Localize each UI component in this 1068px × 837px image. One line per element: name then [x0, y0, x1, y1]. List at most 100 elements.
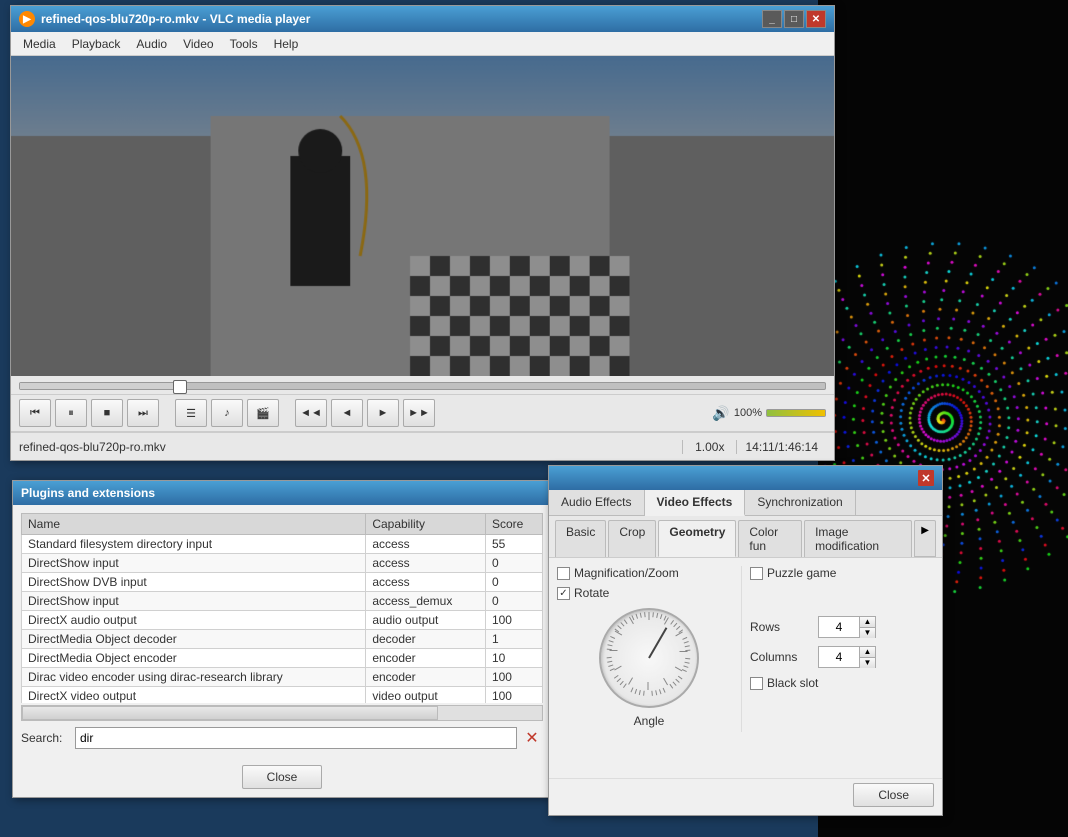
menu-audio[interactable]: Audio	[128, 35, 175, 53]
rows-decrement[interactable]: ▼	[859, 627, 875, 638]
rows-row: Rows ▲ ▼	[750, 616, 934, 638]
menu-playback[interactable]: Playback	[64, 35, 129, 53]
table-cell: access	[366, 573, 486, 592]
video-effects-button[interactable]: 🎬	[247, 399, 279, 427]
table-row[interactable]: DirectX audio outputaudio output100	[22, 611, 543, 630]
frame-fwd-button[interactable]: ►►	[403, 399, 435, 427]
effects-close-button[interactable]: Close	[853, 783, 934, 807]
rotate-row: Rotate	[557, 586, 741, 600]
black-slot-row: Black slot	[750, 676, 934, 690]
seek-bar-area[interactable]	[11, 376, 834, 395]
minimize-button[interactable]: _	[762, 10, 782, 28]
menu-help[interactable]: Help	[266, 35, 307, 53]
menu-bar: Media Playback Audio Video Tools Help	[11, 32, 834, 56]
tab-audio-effects[interactable]: Audio Effects	[549, 490, 645, 515]
rows-spinbox-buttons: ▲ ▼	[859, 616, 875, 638]
h-scroll-thumb[interactable]	[22, 706, 438, 720]
black-slot-label[interactable]: Black slot	[750, 676, 818, 690]
effects-main-tabs: Audio Effects Video Effects Synchronizat…	[549, 490, 942, 516]
subtab-crop[interactable]: Crop	[608, 520, 656, 557]
columns-decrement[interactable]: ▼	[859, 657, 875, 668]
status-bar: refined-qos-blu720p-ro.mkv 1.00x 14:11/1…	[11, 432, 834, 460]
search-input[interactable]	[75, 727, 517, 749]
effects-body: Magnification/Zoom Rotate Angle	[549, 558, 942, 778]
frame-back-button[interactable]: ◄◄	[295, 399, 327, 427]
stop-button[interactable]: ■	[91, 399, 123, 427]
menu-video[interactable]: Video	[175, 35, 221, 53]
next-button[interactable]: ⏭	[127, 399, 159, 427]
table-row[interactable]: DirectMedia Object encoderencoder10	[22, 649, 543, 668]
angle-dial[interactable]	[599, 608, 699, 708]
table-row[interactable]: DirectShow inputaccess_demux0	[22, 592, 543, 611]
tab-video-effects[interactable]: Video Effects	[645, 490, 746, 516]
step-back-button[interactable]: ◄	[331, 399, 363, 427]
col-name[interactable]: Name	[22, 514, 366, 535]
plugins-table-area[interactable]: Name Capability Score Standard filesyste…	[21, 513, 543, 703]
subtab-image-mod[interactable]: Image modification	[804, 520, 912, 557]
magnification-checkbox[interactable]	[557, 567, 570, 580]
plugins-footer: Close	[13, 761, 551, 797]
effects-left-col: Magnification/Zoom Rotate Angle	[557, 566, 741, 732]
black-slot-checkbox[interactable]	[750, 677, 763, 690]
rows-increment[interactable]: ▲	[859, 616, 875, 627]
close-window-button[interactable]: ✕	[806, 10, 826, 28]
subtabs-arrow-right[interactable]: ▶	[914, 520, 936, 557]
video-area[interactable]	[11, 56, 834, 376]
table-row[interactable]: DirectShow inputaccess0	[22, 554, 543, 573]
subtab-color-fun[interactable]: Color fun	[738, 520, 802, 557]
seek-bar-thumb[interactable]	[173, 380, 187, 394]
menu-tools[interactable]: Tools	[222, 35, 266, 53]
puzzle-label[interactable]: Puzzle game	[750, 566, 836, 580]
table-cell: encoder	[366, 649, 486, 668]
vlc-icon: ▶	[19, 11, 35, 27]
menu-media[interactable]: Media	[15, 35, 64, 53]
columns-input[interactable]	[819, 650, 859, 664]
columns-spinbox[interactable]: ▲ ▼	[818, 646, 876, 668]
effects-close-x[interactable]: ✕	[918, 470, 934, 486]
puzzle-checkbox[interactable]	[750, 567, 763, 580]
status-filename: refined-qos-blu720p-ro.mkv	[19, 440, 683, 454]
columns-increment[interactable]: ▲	[859, 646, 875, 657]
magnification-label[interactable]: Magnification/Zoom	[557, 566, 679, 580]
extended-settings-button[interactable]: ♪	[211, 399, 243, 427]
volume-slider[interactable]	[766, 409, 826, 417]
table-cell: 0	[485, 554, 542, 573]
subtab-geometry[interactable]: Geometry	[658, 520, 736, 557]
table-cell: DirectShow input	[22, 554, 366, 573]
plugins-title-bar: Plugins and extensions	[13, 481, 551, 505]
clear-search-button[interactable]: ✕	[521, 727, 543, 749]
table-row[interactable]: Standard filesystem directory inputacces…	[22, 535, 543, 554]
play-pause-button[interactable]: ⏸	[55, 399, 87, 427]
volume-label: 100%	[734, 407, 762, 419]
rows-input[interactable]	[819, 620, 859, 634]
table-cell: video output	[366, 687, 486, 704]
col-capability[interactable]: Capability	[366, 514, 486, 535]
plugins-close-button[interactable]: Close	[242, 765, 323, 789]
title-bar: ▶ refined-qos-blu720p-ro.mkv - VLC media…	[11, 6, 834, 32]
window-title: refined-qos-blu720p-ro.mkv - VLC media p…	[41, 12, 756, 26]
prev-button[interactable]: ⏮	[19, 399, 51, 427]
table-row[interactable]: DirectMedia Object decoderdecoder1	[22, 630, 543, 649]
effects-subtabs: Basic Crop Geometry Color fun Image modi…	[549, 516, 942, 558]
toggle-playlist-button[interactable]: ☰	[175, 399, 207, 427]
seek-bar-track[interactable]	[19, 382, 826, 390]
volume-icon: 🔊	[712, 405, 729, 422]
columns-row: Columns ▲ ▼	[750, 646, 934, 668]
step-fwd-button[interactable]: ►	[367, 399, 399, 427]
table-row[interactable]: DirectX video outputvideo output100	[22, 687, 543, 704]
table-row[interactable]: DirectShow DVB inputaccess0	[22, 573, 543, 592]
rotate-label[interactable]: Rotate	[557, 586, 609, 600]
seek-bar-fill	[20, 383, 181, 389]
puzzle-text: Puzzle game	[767, 566, 836, 580]
rows-spinbox[interactable]: ▲ ▼	[818, 616, 876, 638]
col-score[interactable]: Score	[485, 514, 542, 535]
tab-synchronization[interactable]: Synchronization	[745, 490, 855, 515]
subtab-basic[interactable]: Basic	[555, 520, 606, 557]
rotate-checkbox[interactable]	[557, 587, 570, 600]
maximize-button[interactable]: □	[784, 10, 804, 28]
columns-label: Columns	[750, 650, 810, 664]
table-cell: DirectX video output	[22, 687, 366, 704]
horizontal-scrollbar[interactable]	[21, 705, 543, 721]
table-row[interactable]: Dirac video encoder using dirac-research…	[22, 668, 543, 687]
dial-area[interactable]: Angle	[557, 608, 741, 732]
